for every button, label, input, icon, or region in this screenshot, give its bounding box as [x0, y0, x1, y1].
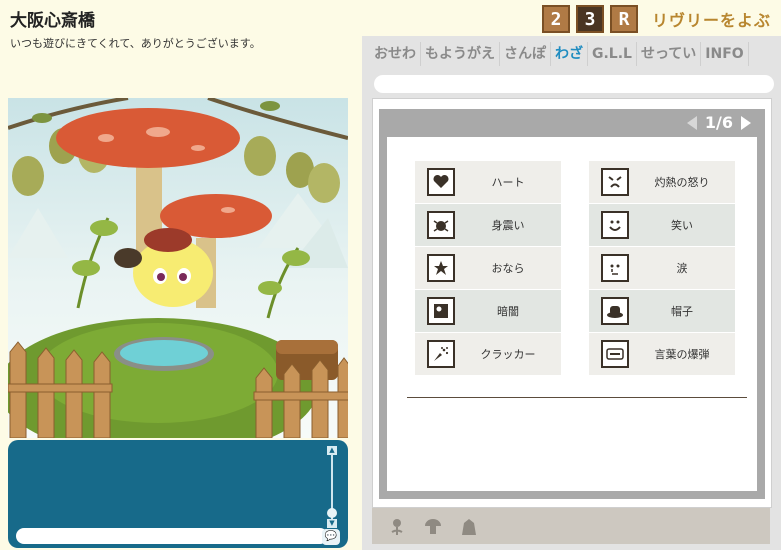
skill-item[interactable]: 身震い [415, 204, 561, 247]
header-actions: 2 3 R リヴリーをよぶ [541, 5, 771, 33]
tab-settei[interactable]: せってい [637, 42, 702, 66]
skill-item[interactable]: 灼熱の怒り [589, 161, 735, 204]
pet-icon[interactable] [456, 513, 482, 539]
page-title: 大阪心斎橋 [10, 11, 95, 31]
skills-box: 1/6 ハート 灼熱の怒り 身震い 笑い おなら 涙 暗闇 帽子 クラッカー 言… [372, 98, 772, 508]
skills-grid: ハート 灼熱の怒り 身震い 笑い おなら 涙 暗闇 帽子 クラッカー 言葉の爆弾 [415, 161, 735, 376]
counter-tile-2[interactable]: 3 [575, 5, 604, 33]
mushroom-icon[interactable] [420, 513, 446, 539]
skill-label: 帽子 [671, 305, 693, 318]
skill-label: おなら [491, 262, 525, 275]
skill-item[interactable]: クラッカー [415, 333, 561, 376]
skill-label: 灼熱の怒り [654, 176, 710, 189]
anger-face-icon [601, 168, 629, 196]
skill-label: 笑い [671, 219, 693, 232]
darkness-icon [427, 297, 455, 325]
skills-list-area: ハート 灼熱の怒り 身震い 笑い おなら 涙 暗闇 帽子 クラッカー 言葉の爆弾 [387, 137, 757, 491]
tab-waza[interactable]: わざ [551, 42, 588, 66]
skill-item[interactable]: 涙 [589, 247, 735, 290]
scroll-thumb[interactable] [327, 508, 337, 518]
tab-gll[interactable]: G.L.L [588, 42, 637, 66]
tab-moyougae[interactable]: もようがえ [421, 42, 500, 66]
call-livly-button[interactable]: リヴリーをよぶ [652, 7, 771, 31]
skill-item[interactable]: 帽子 [589, 290, 735, 333]
skill-label: 暗闇 [497, 305, 519, 318]
tab-info[interactable]: INFO [701, 42, 749, 66]
skill-label: クラッカー [480, 348, 536, 361]
tear-face-icon [601, 254, 629, 282]
skill-label: 言葉の爆弾 [654, 348, 710, 361]
skill-label: ハート [491, 176, 525, 189]
counter-tile-3[interactable]: R [609, 5, 638, 33]
page-indicator: 1/6 [704, 113, 733, 132]
skill-item[interactable]: おなら [415, 247, 561, 290]
speech-bubble-icon[interactable]: 💬 [322, 529, 340, 545]
content-divider [407, 397, 747, 398]
control-panel: おせわ もようがえ さんぽ わざ G.L.L せってい INFO 1/6 ハート [362, 36, 781, 550]
shiver-icon [427, 211, 455, 239]
next-page-icon[interactable] [741, 115, 751, 130]
chat-input[interactable] [16, 528, 328, 544]
bottom-toolbar [372, 508, 770, 544]
heart-icon [427, 168, 455, 196]
tab-underline [374, 75, 774, 93]
skill-item[interactable]: 言葉の爆弾 [589, 333, 735, 376]
laugh-face-icon [601, 211, 629, 239]
welcome-message: いつも遊びにきてくれて、ありがとうございます。 [10, 37, 261, 50]
tab-sanpo[interactable]: さんぽ [500, 42, 551, 66]
skill-item[interactable]: 笑い [589, 204, 735, 247]
chat-area: ▲ ▼ 💬 [8, 440, 348, 548]
cracker-icon [427, 340, 455, 368]
counter-tile-1[interactable]: 2 [541, 5, 570, 33]
word-bomb-icon [601, 340, 629, 368]
skill-item[interactable]: ハート [415, 161, 561, 204]
tab-osewa[interactable]: おせわ [370, 42, 421, 66]
chat-scrollbar[interactable]: ▲ ▼ [326, 446, 338, 528]
pet-scene[interactable] [8, 98, 348, 438]
pager: 1/6 [686, 113, 751, 132]
skills-frame: 1/6 ハート 灼熱の怒り 身震い 笑い おなら 涙 暗闇 帽子 クラッカー 言… [379, 109, 765, 499]
flower-icon[interactable] [384, 513, 410, 539]
fart-icon [427, 254, 455, 282]
scroll-down-icon[interactable]: ▼ [327, 519, 337, 528]
tab-bar: おせわ もようがえ さんぽ わざ G.L.L せってい INFO [370, 42, 749, 66]
skill-item[interactable]: 暗闇 [415, 290, 561, 333]
prev-page-icon[interactable] [686, 115, 697, 130]
hat-icon [601, 297, 629, 325]
skill-label: 身震い [491, 219, 525, 232]
skill-label: 涙 [676, 262, 688, 275]
scene-illustration [8, 98, 348, 438]
